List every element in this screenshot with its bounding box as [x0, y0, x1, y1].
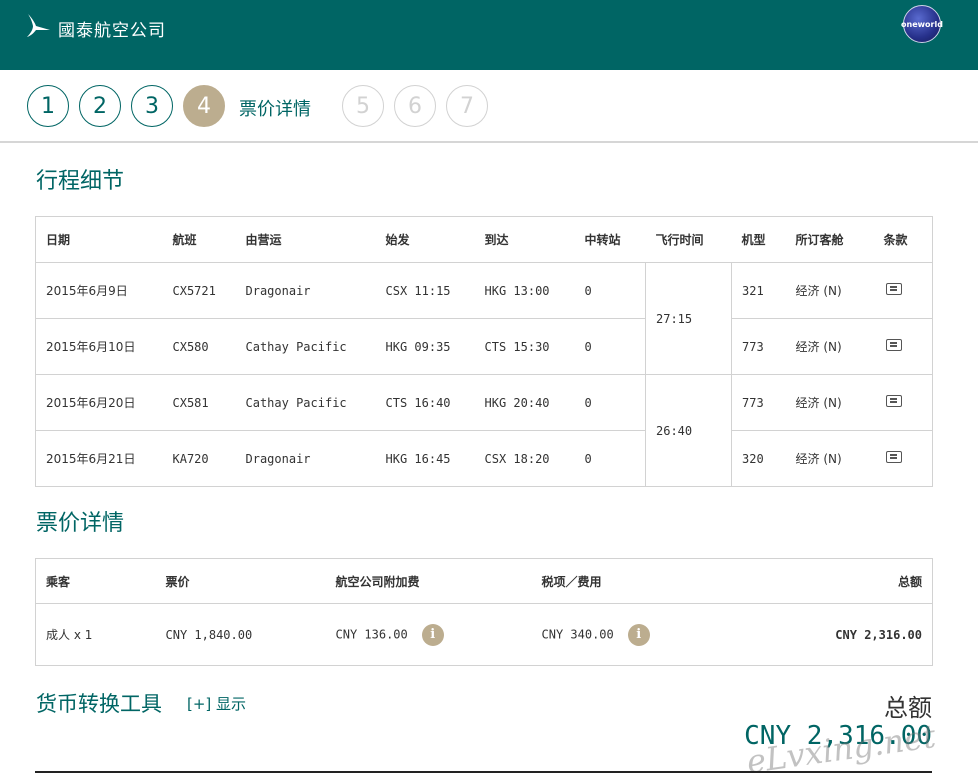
itinerary-header-row: 日期 航班 由营运 始发 到达 中转站 飞行时间 机型 所订客舱 条款 — [35, 216, 933, 263]
fare-header-row: 乘客 票价 航空公司附加费 税项／费用 总额 — [35, 558, 933, 604]
grand-total-label: 总额 — [884, 694, 932, 722]
bird-logo-icon — [27, 13, 50, 37]
col-flight: 航班 — [162, 216, 236, 263]
flight-date: 2015年6月21日 — [46, 452, 136, 466]
arrival: CTS 15:30 — [474, 318, 575, 375]
surcharge-cell: CNY 136.00 i — [326, 604, 532, 666]
col-tax: 税项／费用 — [531, 558, 732, 604]
converter-toggle-link[interactable]: [+] 显示 — [187, 693, 246, 714]
col-arrive: 到达 — [474, 216, 575, 263]
col-passenger: 乘客 — [35, 558, 156, 604]
table-row: 成人 x 1 CNY 1,840.00 CNY 136.00 i CNY 340.… — [36, 604, 933, 666]
step-7: 7 — [446, 85, 488, 127]
step-4-current: 4 — [183, 85, 225, 127]
aircraft-link[interactable]: 773 — [731, 374, 786, 431]
itinerary-title: 行程细节 — [36, 169, 125, 194]
flight-duration: 26:40 — [645, 374, 732, 487]
operator: Cathay Pacific — [235, 374, 376, 431]
col-operator: 由营运 — [235, 216, 376, 263]
flight-duration: 27:15 — [645, 262, 732, 375]
flight-number-link[interactable]: CX5721 — [162, 262, 236, 319]
cabin-class: 经济 (N) — [785, 374, 874, 431]
col-total: 总额 — [731, 558, 933, 604]
itinerary-table: 日期 航班 由营运 始发 到达 中转站 飞行时间 机型 所订客舱 条款 2015… — [35, 216, 933, 487]
col-fare: 票价 — [155, 558, 326, 604]
departure: CTS 16:40 — [375, 374, 475, 431]
col-aircraft: 机型 — [731, 216, 786, 263]
document-icon[interactable] — [885, 451, 902, 463]
grand-total-value: CNY 2,316.00 — [744, 721, 932, 751]
fare-total: CNY 2,316.00 — [835, 627, 922, 642]
flight-number-link[interactable]: CX580 — [162, 318, 236, 375]
flight-date: 2015年6月9日 — [35, 262, 163, 319]
current-step-label: 票价详情 — [239, 99, 311, 120]
cabin-class: 经济 (N) — [795, 452, 842, 466]
col-stops: 中转站 — [574, 216, 646, 263]
operator: Dragonair — [245, 451, 311, 466]
flight-number-link[interactable]: CX581 — [162, 374, 236, 431]
aircraft-link[interactable]: 321 — [731, 262, 786, 319]
step-5: 5 — [342, 85, 384, 127]
step-1[interactable]: 1 — [27, 85, 69, 127]
departure: HKG 16:45 — [385, 451, 451, 466]
flight-date: 2015年6月20日 — [35, 374, 163, 431]
step-3[interactable]: 3 — [131, 85, 173, 127]
terms-cell — [873, 262, 933, 319]
document-icon[interactable] — [885, 339, 902, 351]
departure: HKG 09:35 — [375, 318, 475, 375]
oneworld-logo: oneworld — [901, 5, 943, 43]
stops: 0 — [574, 262, 646, 319]
fare-table: 乘客 票价 航空公司附加费 税项／费用 总额 成人 x 1 CNY 1,840.… — [35, 558, 933, 666]
departure: CSX 11:15 — [375, 262, 475, 319]
col-cabin: 所订客舱 — [785, 216, 874, 263]
arrival: HKG 13:00 — [474, 262, 575, 319]
document-icon[interactable] — [885, 283, 902, 295]
site-header: 國泰航空公司 oneworld — [0, 0, 978, 70]
col-terms: 条款 — [873, 216, 933, 263]
arrival: HKG 20:40 — [474, 374, 575, 431]
aircraft-link[interactable]: 773 — [731, 318, 786, 375]
divider — [35, 771, 932, 773]
terms-cell — [874, 431, 933, 487]
passenger-type: 成人 x 1 — [46, 628, 93, 642]
aircraft-link[interactable]: 320 — [732, 431, 786, 487]
flight-date: 2015年6月10日 — [35, 318, 163, 375]
step-2[interactable]: 2 — [79, 85, 121, 127]
cabin-class: 经济 (N) — [785, 318, 874, 375]
base-fare: CNY 1,840.00 — [165, 627, 253, 642]
stops: 0 — [574, 318, 646, 375]
currency-converter-title: 货币转换工具 — [36, 692, 162, 716]
col-date: 日期 — [35, 216, 163, 263]
terms-cell — [873, 318, 933, 375]
info-icon[interactable]: i — [627, 623, 650, 646]
table-row: 2015年6月20日 CX581 Cathay Pacific CTS 16:4… — [35, 374, 933, 487]
stops: 0 — [574, 374, 646, 431]
operator: Cathay Pacific — [235, 318, 376, 375]
arrival: CSX 18:20 — [484, 451, 550, 466]
terms-cell — [873, 374, 933, 431]
surcharge-amount: CNY 136.00 — [335, 627, 408, 641]
info-icon[interactable]: i — [421, 623, 444, 646]
col-surcharge: 航空公司附加费 — [325, 558, 532, 604]
flight-number-link[interactable]: KA720 — [163, 431, 236, 487]
table-row: 2015年6月10日 CX580 Cathay Pacific HKG 09:3… — [35, 318, 933, 375]
table-row: 2015年6月9日 CX5721 Dragonair CSX 11:15 HKG… — [35, 262, 933, 375]
brand-name: 國泰航空公司 — [58, 21, 166, 41]
brand-logo[interactable]: 國泰航空公司 — [26, 8, 166, 41]
document-icon[interactable] — [885, 395, 902, 407]
cabin-class: 经济 (N) — [785, 262, 874, 319]
fare-title: 票价详情 — [36, 511, 125, 536]
tax-amount: CNY 340.00 — [541, 627, 614, 641]
col-duration: 飞行时间 — [645, 216, 732, 263]
table-row: 2015年6月21日 KA720 Dragonair HKG 16:45 CSX… — [36, 431, 933, 487]
stops: 0 — [584, 451, 592, 466]
operator: Dragonair — [235, 262, 376, 319]
tax-cell: CNY 340.00 i — [532, 604, 732, 666]
booking-steps: 1 2 3 4 票价详情 5 6 7 — [0, 70, 978, 143]
col-depart: 始发 — [375, 216, 475, 263]
step-6: 6 — [394, 85, 436, 127]
